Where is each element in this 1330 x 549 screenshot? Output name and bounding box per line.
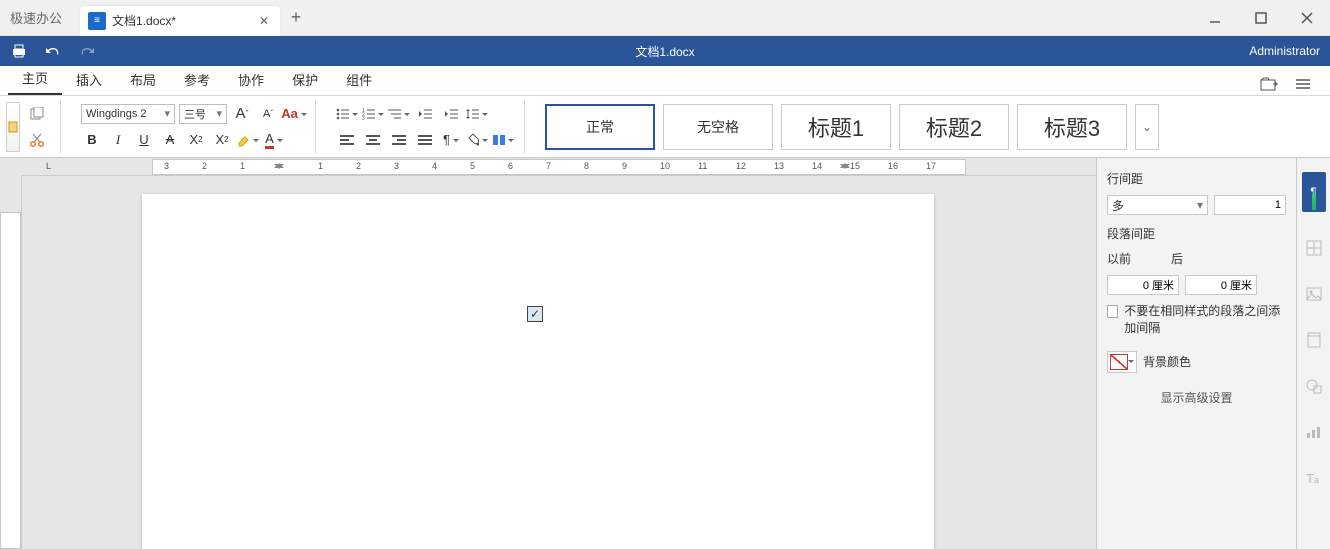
show-advanced-link[interactable]: 显示高级设置 <box>1107 381 1286 406</box>
line-spacing-icon[interactable] <box>466 104 488 124</box>
document-page[interactable] <box>142 194 934 549</box>
no-space-same-style-label: 不要在相同样式的段落之间添加间隔 <box>1124 303 1286 337</box>
menu-more-icon[interactable] <box>1292 73 1314 95</box>
sidepane-header-icon[interactable] <box>1304 330 1324 350</box>
minimize-button[interactable] <box>1192 0 1238 36</box>
shading-icon[interactable] <box>466 130 488 150</box>
indent-marker[interactable] <box>274 158 284 174</box>
menu-insert[interactable]: 插入 <box>62 64 116 95</box>
font-color-icon[interactable]: A <box>263 130 285 150</box>
paste-button[interactable] <box>6 102 20 152</box>
menu-reference[interactable]: 参考 <box>170 64 224 95</box>
styles-expand-icon[interactable]: ⌄ <box>1135 104 1159 150</box>
before-label: 以前 <box>1107 250 1131 267</box>
bg-color-label: 背景颜色 <box>1143 353 1191 370</box>
style-heading1[interactable]: 标题1 <box>781 104 891 150</box>
subscript-icon[interactable]: X2 <box>211 130 233 150</box>
font-family-value: Wingdings 2 <box>86 108 147 120</box>
sidepane-image-icon[interactable] <box>1304 284 1324 304</box>
sidepane-chart-icon[interactable] <box>1304 422 1324 442</box>
close-window-button[interactable] <box>1284 0 1330 36</box>
sidepane-table-icon[interactable] <box>1304 238 1324 258</box>
sidepane-shape-icon[interactable] <box>1304 376 1324 396</box>
menu-home[interactable]: 主页 <box>8 62 62 95</box>
doc-icon: ≡ <box>88 12 106 30</box>
change-case-icon[interactable]: Aa <box>283 104 305 124</box>
menu-bar: 主页 插入 布局 参考 协作 保护 组件 <box>0 66 1330 96</box>
align-center-icon[interactable] <box>362 130 384 150</box>
vertical-ruler[interactable] <box>0 176 22 549</box>
bold-icon[interactable]: B <box>81 130 103 150</box>
user-label[interactable]: Administrator <box>1249 44 1320 58</box>
increase-indent-icon[interactable] <box>440 104 462 124</box>
paragraph-panel: 行间距 多▾ 段落间距 以前 后 不要在相同样式的段落之间添加间隔 背景颜色 显… <box>1096 158 1296 549</box>
underline-icon[interactable]: U <box>133 130 155 150</box>
italic-icon[interactable]: I <box>107 130 129 150</box>
clipboard-icon <box>8 121 18 133</box>
no-space-same-style-checkbox[interactable] <box>1107 305 1118 318</box>
multilevel-icon[interactable] <box>388 104 410 124</box>
after-label: 后 <box>1171 250 1183 267</box>
inserted-checkbox-symbol[interactable] <box>527 306 543 322</box>
sidepane-paragraph-icon[interactable]: ¶ <box>1302 172 1326 212</box>
align-right-icon[interactable] <box>388 130 410 150</box>
menu-layout[interactable]: 布局 <box>116 64 170 95</box>
svg-text:3: 3 <box>362 116 365 120</box>
spacing-before-input[interactable] <box>1107 275 1179 295</box>
window-title: 文档1.docx <box>0 43 1330 60</box>
decrease-font-icon[interactable]: Aˇ <box>257 104 279 124</box>
style-heading2[interactable]: 标题2 <box>899 104 1009 150</box>
paragraph-mark-icon[interactable]: ¶ <box>440 130 462 150</box>
menu-protect[interactable]: 保护 <box>278 64 332 95</box>
undo-icon[interactable] <box>44 42 62 60</box>
align-justify-icon[interactable] <box>414 130 436 150</box>
redo-icon[interactable] <box>78 42 96 60</box>
decrease-indent-icon[interactable] <box>414 104 436 124</box>
bg-color-button[interactable] <box>1107 351 1137 373</box>
highlight-color-icon[interactable] <box>237 130 259 150</box>
border-icon[interactable] <box>492 130 514 150</box>
cut-icon[interactable] <box>24 129 50 151</box>
ruler-corner: L <box>46 161 51 171</box>
print-icon[interactable] <box>10 42 28 60</box>
superscript-icon[interactable]: X2 <box>185 130 207 150</box>
line-spacing-label: 行间距 <box>1107 170 1286 187</box>
line-spacing-mode-select[interactable]: 多▾ <box>1107 195 1208 215</box>
doc-tab-label: 文档1.docx* <box>112 12 176 29</box>
horizontal-ruler[interactable]: L 3 2 1 1 2 3 4 5 6 7 8 9 10 11 12 13 14… <box>22 158 1096 176</box>
bullets-icon[interactable] <box>336 104 358 124</box>
font-size-select[interactable]: 三号▾ <box>179 104 227 124</box>
style-heading3[interactable]: 标题3 <box>1017 104 1127 150</box>
para-spacing-label: 段落间距 <box>1107 225 1286 242</box>
font-size-value: 三号 <box>184 106 206 122</box>
spacing-after-input[interactable] <box>1185 275 1257 295</box>
style-nospacing[interactable]: 无空格 <box>663 104 773 150</box>
line-spacing-value-input[interactable] <box>1214 195 1286 215</box>
maximize-button[interactable] <box>1238 0 1284 36</box>
menu-plugins[interactable]: 组件 <box>332 64 386 95</box>
sidepane-text-icon[interactable]: Ta <box>1304 468 1324 488</box>
indent-marker-right[interactable] <box>840 158 850 174</box>
svg-text:a: a <box>1314 475 1319 485</box>
close-tab-icon[interactable]: ✕ <box>256 13 272 29</box>
increase-font-icon[interactable]: Aˆ <box>231 104 253 124</box>
app-name-tab[interactable]: 极速办公 <box>0 0 80 36</box>
svg-text:T: T <box>1306 471 1314 485</box>
document-tab[interactable]: ≡ 文档1.docx* ✕ <box>80 6 280 36</box>
copy-icon[interactable] <box>24 103 50 125</box>
style-normal[interactable]: 正常 <box>545 104 655 150</box>
add-tab-button[interactable]: + <box>280 2 312 34</box>
open-file-icon[interactable] <box>1258 73 1280 95</box>
menu-collab[interactable]: 协作 <box>224 64 278 95</box>
font-family-select[interactable]: Wingdings 2▾ <box>81 104 175 124</box>
align-left-icon[interactable] <box>336 130 358 150</box>
numbering-icon[interactable]: 123 <box>362 104 384 124</box>
strikethrough-icon[interactable]: A <box>159 130 181 150</box>
